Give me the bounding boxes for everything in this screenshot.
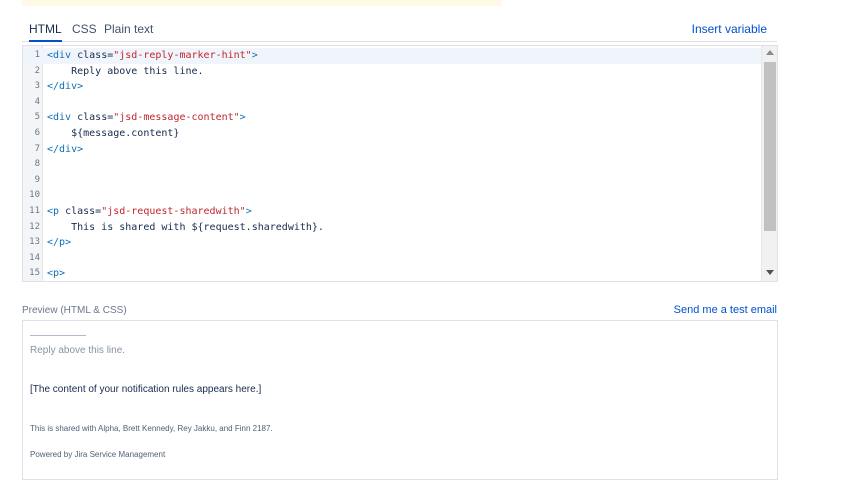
code-token: <p>	[47, 268, 66, 280]
scroll-down-arrow-icon[interactable]	[766, 270, 774, 275]
tab-html[interactable]: HTML	[29, 22, 62, 42]
code-line[interactable]: 6 ${message.content}	[23, 126, 761, 142]
line-number: 13	[29, 237, 40, 248]
code-line[interactable]: 3 </div>	[23, 79, 761, 95]
line-number: 6	[34, 128, 40, 138]
code-token: "jsd-request-sharedwith"	[101, 206, 246, 217]
scroll-up-arrow-icon[interactable]	[766, 50, 774, 55]
tab-plain-text[interactable]: Plain text	[104, 22, 153, 40]
code-editor[interactable]: 1 <div class="jsd-reply-marker-hint"> 2 Re…	[22, 45, 778, 282]
code-line[interactable]: 7 </div>	[23, 142, 761, 158]
line-number: 7	[34, 143, 40, 154]
code-text: <div class="jsd-message-content">	[47, 110, 246, 126]
send-test-email-link[interactable]: Send me a test email	[674, 304, 777, 316]
line-number: 3	[34, 81, 40, 92]
code-line[interactable]: 12 This is shared with ${request.sharedw…	[23, 220, 761, 236]
line-number: 11	[29, 206, 40, 216]
top-banner	[22, 0, 502, 6]
email-preview: Reply above this line. [The content of y…	[22, 320, 778, 480]
code-token: >	[251, 50, 258, 61]
code-text: <p class="jsd-request-sharedwith">	[47, 204, 252, 220]
code-token: </div>	[47, 81, 84, 93]
code-token: "jsd-message-content"	[113, 112, 240, 124]
code-line[interactable]: 9	[23, 173, 761, 189]
code-text: </div>	[47, 142, 83, 158]
code-text: <p>	[47, 266, 66, 281]
line-number: 12	[29, 221, 40, 232]
line-number: 1	[34, 50, 40, 60]
code-line[interactable]: 10	[23, 188, 761, 204]
code-text: This is shared with ${request.sharedwith…	[47, 220, 324, 236]
code-token: "jsd-reply-marker-hint"	[113, 50, 252, 61]
code-token: </p>	[47, 237, 72, 249]
preview-label: Preview (HTML & CSS)	[22, 305, 127, 316]
code-text: <div class="jsd-reply-marker-hint">	[47, 48, 258, 64]
insert-variable-link[interactable]: Insert variable	[692, 22, 767, 36]
code-token: This is shared with ${request.sharedwith…	[47, 221, 324, 233]
code-line[interactable]: 15 <p>	[23, 266, 761, 281]
code-text: </p>	[47, 235, 71, 251]
line-number: 14	[29, 252, 40, 263]
code-token: </div>	[47, 143, 84, 155]
code-line[interactable]: 1 <div class="jsd-reply-marker-hint">	[23, 48, 761, 64]
code-line[interactable]: 2 Reply above this line.	[23, 64, 761, 80]
line-number: 5	[34, 112, 40, 123]
line-number: 8	[34, 159, 40, 170]
code-line[interactable]: 13 </p>	[23, 235, 761, 251]
code-token: <div	[47, 112, 78, 124]
editor-scrollbar[interactable]	[761, 46, 777, 281]
code-line[interactable]: 14	[23, 251, 761, 267]
line-number: 2	[34, 65, 40, 76]
code-text: ${message.content}	[47, 126, 179, 142]
reply-marker-rule	[30, 335, 86, 336]
code-token: <div	[47, 50, 78, 61]
code-line[interactable]: 11 <p class="jsd-request-sharedwith">	[23, 204, 761, 220]
message-content-placeholder: [The content of your notification rules …	[30, 384, 262, 395]
code-token: >	[245, 206, 252, 217]
code-token: Reply above this line.	[47, 65, 204, 77]
code-line[interactable]: 4	[23, 95, 761, 111]
shared-with-text: This is shared with Alpha, Brett Kennedy…	[30, 424, 273, 433]
code-token: <p	[47, 206, 66, 217]
format-tabs: HTML CSS Plain text Insert variable	[22, 20, 777, 42]
tab-css[interactable]: CSS	[72, 22, 97, 40]
code-token: class=	[77, 112, 114, 124]
line-number: 15	[29, 268, 40, 279]
code-token: ${message.content}	[47, 128, 180, 139]
code-line[interactable]: 5 <div class="jsd-message-content">	[23, 110, 761, 126]
line-number: 4	[34, 96, 40, 107]
powered-by-text: Powered by Jira Service Management	[30, 450, 166, 459]
code-text: </div>	[47, 79, 83, 95]
code-token: class=	[77, 50, 114, 61]
code-token: >	[239, 112, 246, 124]
code-text: Reply above this line.	[47, 64, 204, 80]
line-number: 9	[34, 174, 40, 185]
line-number: 10	[29, 190, 40, 201]
scrollbar-thumb[interactable]	[764, 62, 776, 231]
reply-hint-text: Reply above this line.	[30, 345, 126, 356]
code-token: class=	[65, 206, 102, 217]
code-line[interactable]: 8	[23, 157, 761, 173]
